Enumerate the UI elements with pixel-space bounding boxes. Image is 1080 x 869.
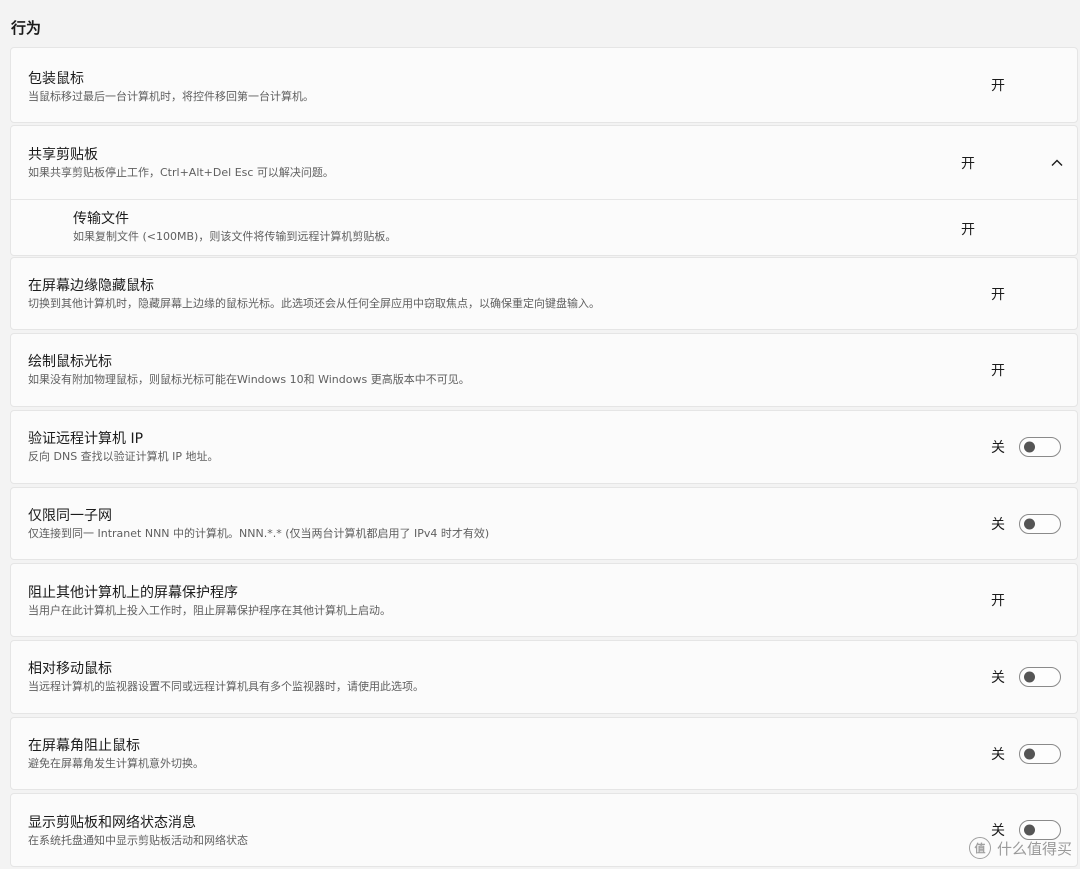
setting-label: 绘制鼠标光标 [28, 354, 112, 370]
setting-description: 如果共享剪贴板停止工作，Ctrl+Alt+Del Esc 可以解决问题。 [28, 166, 334, 179]
setting-card-hide-mouse-edge: 在屏幕边缘隐藏鼠标 切换到其他计算机时，隐藏屏幕上边缘的鼠标光标。此选项还会从任… [10, 257, 1078, 330]
chevron-up-icon[interactable] [1049, 155, 1065, 171]
toggle-state-text: 开 [991, 78, 1005, 94]
setting-row-transfer-file: 传输文件 如果复制文件 (<100MB)，则该文件将传输到远程计算机剪贴板。 开 [11, 200, 1077, 257]
toggle-switch[interactable] [1019, 360, 1061, 380]
toggle-switch[interactable] [1019, 284, 1061, 304]
toggle-knob [1024, 671, 1035, 683]
setting-description: 切换到其他计算机时，隐藏屏幕上边缘的鼠标光标。此选项还会从任何全屏应用中窃取焦点… [28, 297, 600, 310]
setting-card-share-clipboard: 共享剪贴板 如果共享剪贴板停止工作，Ctrl+Alt+Del Esc 可以解决问… [10, 125, 1078, 256]
setting-label: 阻止其他计算机上的屏幕保护程序 [28, 585, 238, 601]
setting-label: 仅限同一子网 [28, 508, 112, 524]
toggle-knob [1024, 748, 1035, 759]
toggle-knob [1024, 441, 1035, 453]
watermark-text: 什么值得买 [996, 839, 1072, 858]
toggle-switch[interactable] [1019, 667, 1061, 687]
toggle-switch[interactable] [1019, 437, 1061, 457]
setting-card-wrap-mouse: 包装鼠标 当鼠标移过最后一台计算机时，将控件移回第一台计算机。 开 [10, 47, 1078, 123]
setting-label: 传输文件 [73, 211, 129, 227]
toggle-state-text: 开 [991, 286, 1005, 303]
toggle-state-text: 关 [991, 670, 1005, 686]
toggle-state-text: 开 [991, 363, 1005, 379]
setting-card-block-corner: 在屏幕角阻止鼠标 避免在屏幕角发生计算机意外切换。 关 [10, 717, 1078, 790]
setting-description: 如果复制文件 (<100MB)，则该文件将传输到远程计算机剪贴板。 [73, 230, 397, 243]
setting-card-validate-ip: 验证远程计算机 IP 反向 DNS 查找以验证计算机 IP 地址。 关 [10, 410, 1078, 484]
watermark-logo-icon: 值 [968, 837, 991, 859]
toggle-state-text: 开 [961, 155, 975, 172]
setting-card-relative-mouse: 相对移动鼠标 当远程计算机的监视器设置不同或远程计算机具有多个监视器时，请使用此… [10, 640, 1078, 714]
setting-label: 共享剪贴板 [28, 147, 98, 163]
setting-description: 当用户在此计算机上投入工作时，阻止屏幕保护程序在其他计算机上启动。 [28, 604, 391, 617]
toggle-knob [989, 157, 1001, 169]
setting-description: 当远程计算机的监视器设置不同或远程计算机具有多个监视器时，请使用此选项。 [28, 680, 424, 693]
toggle-switch[interactable] [989, 153, 1031, 173]
toggle-knob [1024, 518, 1035, 529]
setting-description: 在系统托盘通知中显示剪贴板活动和网络状态 [28, 834, 248, 847]
toggle-knob [1019, 594, 1031, 606]
toggle-switch[interactable] [989, 219, 1031, 239]
setting-label: 验证远程计算机 IP [28, 431, 144, 447]
toggle-state-text: 关 [991, 516, 1005, 533]
toggle-switch[interactable] [1019, 75, 1061, 95]
toggle-state-text: 关 [991, 440, 1005, 456]
toggle-state-text: 开 [961, 221, 975, 238]
setting-label: 包装鼠标 [28, 71, 84, 87]
setting-description: 当鼠标移过最后一台计算机时，将控件移回第一台计算机。 [28, 90, 314, 103]
setting-description: 如果没有附加物理鼠标，则鼠标光标可能在Windows 10和 Windows 更… [28, 373, 470, 386]
setting-description: 避免在屏幕角发生计算机意外切换。 [28, 757, 204, 770]
toggle-knob [989, 223, 1001, 235]
setting-label: 相对移动鼠标 [28, 661, 112, 677]
setting-row-share-clipboard: 共享剪贴板 如果共享剪贴板停止工作，Ctrl+Alt+Del Esc 可以解决问… [11, 126, 1077, 199]
setting-card-same-subnet: 仅限同一子网 仅连接到同一 Intranet NNN 中的计算机。NNN.*.*… [10, 487, 1078, 560]
setting-label: 显示剪贴板和网络状态消息 [28, 815, 196, 831]
toggle-switch[interactable] [1019, 743, 1061, 764]
toggle-state-text: 关 [991, 746, 1005, 763]
setting-description: 仅连接到同一 Intranet NNN 中的计算机。NNN.*.* (仅当两台计… [28, 527, 490, 540]
setting-card-block-screensaver: 阻止其他计算机上的屏幕保护程序 当用户在此计算机上投入工作时，阻止屏幕保护程序在… [10, 563, 1078, 637]
toggle-switch[interactable] [1019, 590, 1061, 610]
setting-label: 在屏幕角阻止鼠标 [28, 738, 140, 754]
toggle-knob [1024, 824, 1035, 836]
setting-label: 在屏幕边缘隐藏鼠标 [28, 278, 154, 294]
toggle-knob [1019, 79, 1031, 91]
setting-card-draw-cursor: 绘制鼠标光标 如果没有附加物理鼠标，则鼠标光标可能在Windows 10和 Wi… [10, 333, 1078, 407]
watermark: 值 什么值得买 [968, 837, 1072, 859]
section-title: 行为 [11, 19, 42, 37]
toggle-knob [1019, 364, 1031, 376]
setting-card-status-messages: 显示剪贴板和网络状态消息 在系统托盘通知中显示剪贴板活动和网络状态 关 [10, 793, 1078, 867]
toggle-knob [1019, 288, 1031, 300]
setting-description: 反向 DNS 查找以验证计算机 IP 地址。 [28, 450, 219, 463]
toggle-state-text: 开 [991, 593, 1005, 609]
toggle-switch[interactable] [1019, 513, 1061, 534]
